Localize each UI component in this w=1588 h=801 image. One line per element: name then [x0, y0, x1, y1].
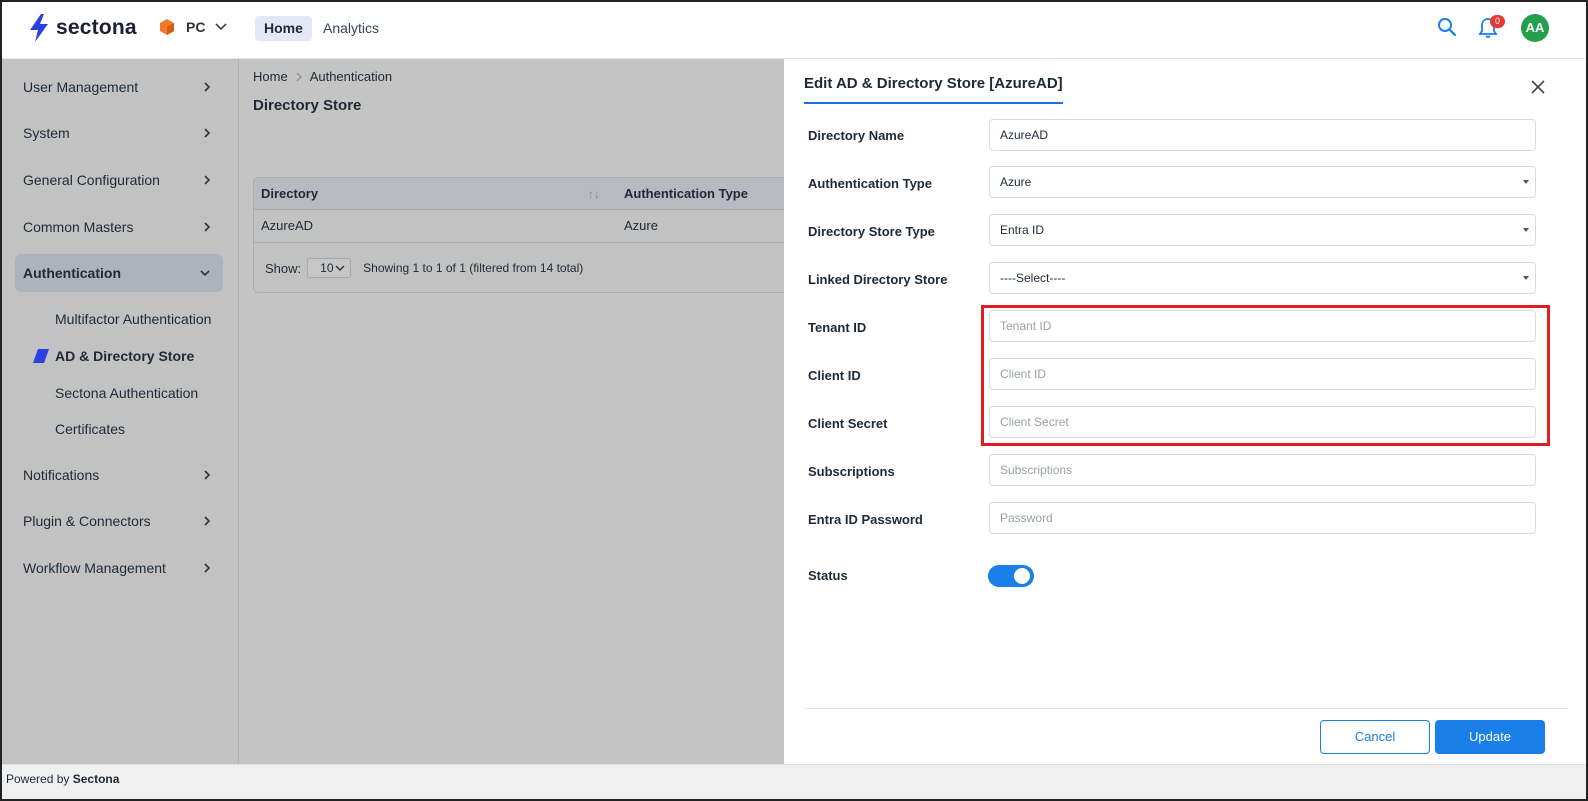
caret-down-icon	[1523, 228, 1529, 232]
sidebar-item-plugin-connectors[interactable]: Plugin & Connectors	[15, 502, 223, 540]
directory-name-field[interactable]: AzureAD	[989, 119, 1536, 151]
sidebar-item-label: General Configuration	[23, 172, 160, 188]
org-selector[interactable]: PC	[158, 18, 228, 36]
notification-badge: 0	[1490, 15, 1505, 28]
search-icon[interactable]	[1437, 17, 1457, 37]
auth-type-select[interactable]: Azure	[989, 166, 1536, 198]
sidebar-item-label: Common Masters	[23, 219, 134, 235]
brand-logo[interactable]: sectona	[28, 14, 137, 42]
drawer-footer-divider	[804, 708, 1568, 709]
table-info: Showing 1 to 1 of 1 (filtered from 14 to…	[363, 261, 584, 275]
sidebar-item-label: Notifications	[23, 467, 100, 483]
page-size-control: Show: 10 Showing 1 to 1 of 1 (filtered f…	[265, 258, 583, 278]
nav-home[interactable]: Home	[255, 16, 312, 41]
sidebar-item-label: Plugin & Connectors	[23, 513, 151, 529]
sidebar-item-workflow-management[interactable]: Workflow Management	[15, 549, 223, 587]
sidebar-item-user-management[interactable]: User Management	[15, 68, 223, 106]
update-button[interactable]: Update	[1435, 720, 1545, 754]
client-id-label: Client ID	[808, 368, 861, 383]
breadcrumb-current: Authentication	[309, 69, 393, 84]
breadcrumb-home[interactable]: Home	[253, 69, 288, 84]
brand-name: sectona	[56, 16, 137, 39]
client-secret-label: Client Secret	[808, 416, 888, 431]
chevron-right-icon	[204, 175, 211, 185]
chevron-right-icon	[204, 128, 211, 138]
sidebar-item-general-configuration[interactable]: General Configuration	[15, 161, 223, 199]
status-label: Status	[808, 568, 848, 583]
auth-type-value: Azure	[1000, 175, 1032, 189]
caret-down-icon	[1523, 276, 1529, 280]
chevron-right-icon	[296, 72, 302, 81]
sidebar-item-label: System	[23, 125, 70, 141]
page-size-value: 10	[320, 261, 334, 275]
active-marker-icon	[33, 349, 49, 363]
close-icon[interactable]	[1530, 79, 1546, 95]
chevron-right-icon	[204, 516, 211, 526]
row-divider	[254, 242, 792, 243]
column-header-authentication-type[interactable]: Authentication Type	[624, 186, 748, 201]
directory-table: Directory ↑↓ Authentication Type AzureAD…	[253, 177, 793, 293]
tenant-id-field[interactable]: Tenant ID	[989, 310, 1536, 342]
show-label: Show:	[265, 260, 302, 276]
cell-authentication-type: Azure	[624, 218, 658, 233]
sidebar-item-label: Authentication	[23, 265, 121, 281]
store-type-value: Entra ID	[1000, 223, 1045, 237]
cube-icon	[160, 19, 174, 35]
user-avatar[interactable]: AA	[1521, 14, 1549, 42]
page-size-select[interactable]: 10	[307, 258, 352, 278]
linked-store-label: Linked Directory Store	[808, 272, 948, 287]
auth-type-label: Authentication Type	[808, 176, 932, 191]
entra-password-label: Entra ID Password	[808, 512, 923, 527]
page-title: Directory Store	[253, 97, 362, 114]
chevron-down-icon	[215, 23, 228, 31]
sidebar-subitem-ad-directory-store[interactable]: AD & Directory Store	[55, 348, 194, 364]
chevron-down-icon	[200, 270, 210, 277]
entra-password-field[interactable]: Password	[989, 502, 1536, 534]
chevron-down-icon	[335, 265, 345, 271]
sidebar-subitem-sectona-authentication[interactable]: Sectona Authentication	[55, 385, 198, 401]
store-type-label: Directory Store Type	[808, 224, 935, 239]
sidebar-subitem-certificates[interactable]: Certificates	[55, 421, 125, 437]
bolt-logo-icon	[30, 14, 48, 42]
chevron-right-icon	[204, 82, 211, 92]
store-type-select[interactable]: Entra ID	[989, 214, 1536, 246]
caret-down-icon	[1523, 180, 1529, 184]
sidebar-subitem-multifactor-authentication[interactable]: Multifactor Authentication	[55, 311, 211, 327]
page-footer: Powered by Sectona	[0, 764, 1588, 801]
main-content: Home Authentication Directory Store Dire…	[239, 59, 793, 764]
sidebar: User Management System General Configura…	[2, 59, 239, 764]
subscriptions-label: Subscriptions	[808, 464, 895, 479]
sidebar-item-common-masters[interactable]: Common Masters	[15, 208, 223, 246]
footer-prefix: Powered by	[6, 772, 70, 786]
linked-store-select[interactable]: ----Select----	[989, 262, 1536, 294]
sort-icon[interactable]: ↑↓	[588, 187, 600, 201]
sidebar-item-system[interactable]: System	[15, 114, 223, 152]
table-header: Directory ↑↓ Authentication Type	[254, 178, 792, 210]
directory-name-label: Directory Name	[808, 128, 905, 143]
client-id-field[interactable]: Client ID	[989, 358, 1536, 390]
sidebar-item-label: Workflow Management	[23, 560, 166, 576]
linked-store-value: ----Select----	[1000, 271, 1066, 285]
sidebar-item-label: User Management	[23, 79, 139, 95]
sidebar-item-notifications[interactable]: Notifications	[15, 456, 223, 494]
edit-directory-drawer: Edit AD & Directory Store [AzureAD] Dire…	[784, 59, 1588, 764]
footer-brand: Sectona	[72, 772, 120, 786]
nav-analytics[interactable]: Analytics	[323, 16, 379, 41]
column-header-directory[interactable]: Directory	[261, 186, 318, 201]
drawer-title: Edit AD & Directory Store [AzureAD]	[804, 75, 1063, 104]
cancel-button[interactable]: Cancel	[1320, 720, 1430, 754]
client-secret-field[interactable]: Client Secret	[989, 406, 1536, 438]
status-toggle[interactable]	[988, 565, 1034, 587]
chevron-right-icon	[204, 222, 211, 232]
chevron-right-icon	[204, 470, 211, 480]
org-label: PC	[186, 19, 206, 35]
toggle-knob	[1014, 568, 1030, 584]
breadcrumb: Home Authentication	[253, 69, 392, 84]
chevron-right-icon	[204, 563, 211, 573]
tenant-id-label: Tenant ID	[808, 320, 867, 335]
cell-directory: AzureAD	[261, 218, 314, 233]
top-header: sectona PC Home Analytics 0 AA	[0, 0, 1588, 59]
sidebar-item-authentication[interactable]: Authentication	[15, 254, 223, 292]
subscriptions-field[interactable]: Subscriptions	[989, 454, 1536, 486]
